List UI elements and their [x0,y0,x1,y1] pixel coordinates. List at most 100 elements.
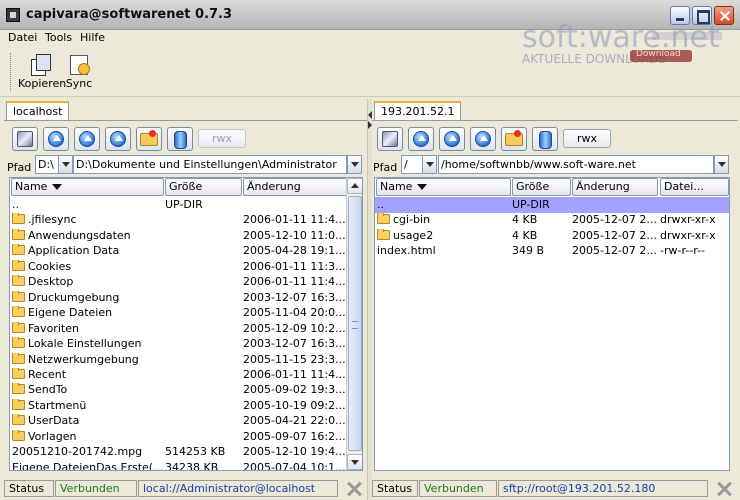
home-button[interactable] [74,127,100,151]
path-dropdown-icon[interactable] [714,155,729,174]
local-status-bar: Status Verbunden local://Administrator@l… [4,478,368,500]
file-date-cell: 2005-12-07 2... [572,229,658,242]
file-size-text: UP-DIR [512,198,550,211]
file-row[interactable]: .. UP-DIR [10,197,347,213]
drive-button[interactable] [167,127,193,151]
path-dropdown-icon[interactable] [347,155,362,174]
window-title: capivara@softwarenet 0.7.3 [26,7,233,22]
file-date-text: 2005-10-19 09:2... [243,398,346,412]
refresh-button[interactable] [105,127,131,151]
new-folder-button[interactable] [501,127,527,151]
file-name-cell: Netzwerkumgebung [12,352,164,366]
root-select[interactable]: / [401,155,423,174]
maximize-button[interactable] [692,6,712,25]
remote-file-table: Name Größe Änderung Datei... .. UP-DIR cgi… [374,177,730,471]
folder-icon [12,259,25,271]
file-row[interactable]: UserData 2005-04-21 22:0... [10,413,347,429]
menu-datei[interactable]: Datei [8,31,37,44]
file-row[interactable]: Cookies 2006-01-11 11:3... [10,259,347,275]
file-perm-cell: drwxr-xr-x [660,229,729,242]
file-date-text: 2005-12-07 2... [572,244,657,258]
up-button[interactable] [43,127,69,151]
root-dropdown-icon[interactable] [422,155,437,174]
file-row[interactable]: cgi-bin 4 KB 2005-12-07 2... drwxr-xr-x [375,212,729,228]
column-size[interactable]: Größe [512,178,571,196]
column-permissions[interactable]: Datei... [660,178,729,196]
file-date-cell: 2005-09-02 19:3... [243,383,347,396]
file-size-text: 34238 KB [165,460,219,471]
file-row[interactable]: Anwendungsdaten 2005-12-10 11:0... [10,228,347,244]
file-row[interactable]: Lokale Einstellungen 2003-12-07 16:3... [10,336,347,352]
file-date-text: 2005-09-07 16:2... [243,429,346,443]
path-input[interactable]: D:\Dokumente und Einstellungen\Administr… [73,155,347,174]
up-button[interactable] [408,127,434,151]
file-size-cell: 349 B [512,244,571,257]
file-row[interactable]: .jfilesync 2006-01-11 11:4... [10,212,347,228]
path-input[interactable]: /home/softwnbb/www.soft-ware.net [438,155,714,174]
menu-hilfe[interactable]: Hilfe [80,31,105,44]
file-size-text: 514253 KB [165,445,226,459]
file-name-cell: Cookies [12,259,164,273]
file-row[interactable]: 20051210-201742.mpg 514253 KB 2005-12-10 1… [10,444,347,460]
file-name-cell: Desktop [12,275,164,288]
drive-button[interactable] [532,127,558,151]
folder-icon [12,383,25,395]
file-row[interactable]: Netzwerkumgebung 2005-11-15 23:3... [10,352,347,368]
file-row[interactable]: Favoriten 2005-12-09 10:2... [10,321,347,337]
file-date-cell: 2003-12-07 16:3... [243,337,347,350]
sync-button[interactable]: Sync [64,53,94,95]
rwx-button[interactable]: rwx [198,129,246,148]
refresh-button[interactable] [470,127,496,151]
file-row[interactable]: SendTo 2005-09-02 19:3... [10,382,347,398]
close-connection-icon[interactable] [345,480,363,498]
file-date-cell: 2005-12-07 2... [572,213,658,226]
file-row[interactable]: Druckumgebung 2003-12-07 16:3... [10,290,347,306]
scroll-thumb[interactable] [348,196,362,451]
folder-icon [12,398,25,410]
file-size-cell: UP-DIR [512,198,571,211]
column-changed[interactable]: Änderung [243,178,347,196]
rwx-button[interactable]: rwx [563,129,611,148]
file-perm-cell: -rw-r--r-- [660,244,729,257]
column-size[interactable]: Größe [165,178,242,196]
column-changed[interactable]: Änderung [572,178,658,196]
new-folder-icon [140,130,158,146]
home-button[interactable] [439,127,465,151]
local-scrollbar[interactable] [346,178,362,470]
tab-remote-host[interactable]: 193.201.52.1 [374,101,462,121]
tab-localhost[interactable]: localhost [6,101,70,121]
minimize-button[interactable] [670,6,690,25]
file-row[interactable]: Eigene DateienDas Erste(... 34238 KB 2005-… [10,460,347,471]
file-row[interactable]: Eigene Dateien 2005-11-04 20:0... [10,305,347,321]
file-row[interactable]: Startmenü 2005-10-19 09:2... [10,398,347,414]
file-row[interactable]: Vorlagen 2005-09-07 16:2... [10,429,347,445]
column-name[interactable]: Name [376,178,511,196]
file-name-cell: .jfilesync [12,213,164,226]
file-row[interactable]: .. UP-DIR [375,197,729,213]
path-label: Pfad [7,161,32,174]
file-name-cell: SendTo [12,383,164,396]
file-row[interactable]: Desktop 2006-01-11 11:4... [10,274,347,290]
refresh-icon [475,131,491,147]
file-date-text: 2005-04-21 22:0... [243,414,346,428]
file-row[interactable]: index.html 349 B 2005-12-07 2... -rw-r--r-- [375,243,729,259]
file-size-text: 349 B [512,244,545,258]
new-folder-button[interactable] [136,127,162,151]
file-row[interactable]: usage2 4 KB 2005-12-07 2... drwxr-xr-x [375,228,729,244]
file-name-text: cgi-bin [393,213,431,227]
copy-button[interactable]: Kopieren [18,53,66,95]
close-connection-icon[interactable] [715,480,733,498]
file-date-cell: 2005-12-07 2... [572,244,658,257]
scroll-down-button[interactable] [347,454,362,470]
drive-dropdown-icon[interactable] [58,155,73,174]
disconnect-button[interactable] [12,127,38,151]
menu-tools[interactable]: Tools [45,31,72,44]
column-name[interactable]: Name [11,178,164,196]
disconnect-button[interactable] [377,127,403,151]
file-row[interactable]: Application Data 2005-04-28 19:1... [10,243,347,259]
close-button[interactable] [714,6,734,25]
file-name-text: index.html [377,244,436,258]
scroll-up-button[interactable] [347,178,362,194]
file-row[interactable]: Recent 2006-01-11 11:4... [10,367,347,383]
file-date-cell: 2005-11-04 20:0... [243,306,347,319]
